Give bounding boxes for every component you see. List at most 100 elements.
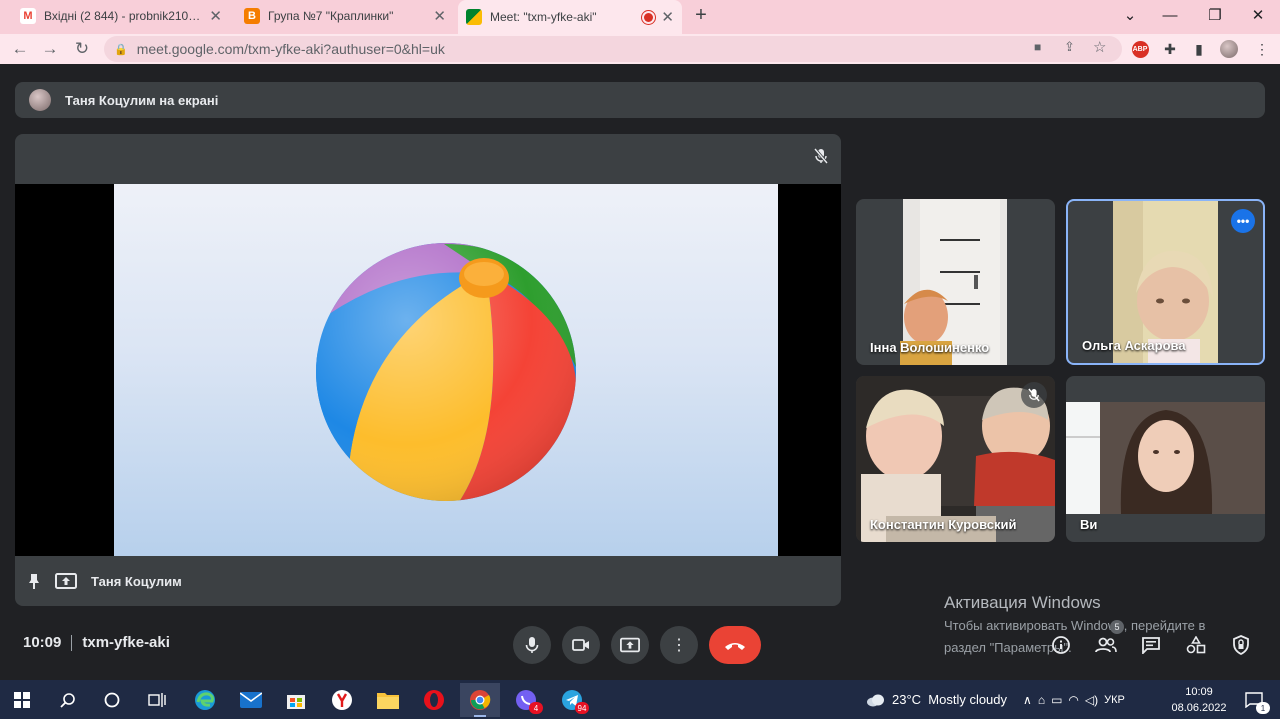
browser-toolbar: ← → ↻ 🔒 meet.google.com/txm-yfke-aki?aut… <box>0 34 1280 64</box>
participant-tile[interactable]: Константин Куровский <box>856 376 1055 542</box>
camera-in-use-icon[interactable]: ■ <box>1034 40 1041 54</box>
more-options-icon[interactable]: ••• <box>1231 209 1255 233</box>
system-clock[interactable]: 10:09 08.06.2022 <box>1170 684 1228 716</box>
url-text: meet.google.com/txm-yfke-aki?authuser=0&… <box>136 41 445 57</box>
unread-badge: 94 <box>575 702 589 714</box>
people-icon[interactable] <box>1091 630 1121 660</box>
minimize-button[interactable]: — <box>1148 0 1192 30</box>
clock-time: 10:09 <box>1185 686 1213 698</box>
close-tab-icon[interactable]: ✕ <box>433 7 446 25</box>
tab-search-chevron-icon[interactable]: ⌄ <box>1108 0 1152 30</box>
unread-badge: 4 <box>529 702 543 714</box>
cortana-icon[interactable] <box>92 683 132 717</box>
participant-name: Ви <box>1080 517 1098 532</box>
profile-avatar[interactable] <box>1219 39 1239 59</box>
tab-title: Meet: "txm-yfke-aki" <box>490 10 597 24</box>
extensions-puzzle-icon[interactable]: ✚ <box>1160 39 1180 59</box>
participant-tile[interactable]: Інна Волошиненко <box>856 199 1055 365</box>
pin-icon[interactable] <box>27 573 41 589</box>
bookmark-star-icon[interactable]: ☆ <box>1093 38 1106 56</box>
restore-button[interactable]: ❐ <box>1193 0 1237 30</box>
shared-screen <box>15 184 841 556</box>
presenting-banner: Таня Коцулим на екрані <box>15 82 1265 118</box>
windows-start-icon[interactable] <box>2 683 42 717</box>
tab-title: Вхідні (2 844) - probnik21092018 <box>44 9 202 23</box>
address-bar[interactable]: 🔒 meet.google.com/txm-yfke-aki?authuser=… <box>104 36 1122 62</box>
side-panel-icon[interactable]: ▮ <box>1189 39 1209 59</box>
tab-blogger[interactable]: B Група №7 "Краплинки" ✕ <box>236 2 454 30</box>
opera-icon[interactable] <box>414 683 454 717</box>
participant-tile-self[interactable]: Ви <box>1066 376 1265 542</box>
close-window-button[interactable]: ✕ <box>1236 0 1280 30</box>
adblock-icon[interactable]: ABP <box>1130 39 1150 59</box>
more-options-button[interactable]: ⋮ <box>660 626 698 664</box>
stage-footer: Таня Коцулим <box>15 556 841 606</box>
beach-ball-illustration <box>316 243 576 501</box>
mic-off-icon <box>811 146 831 166</box>
activities-icon[interactable] <box>1181 630 1211 660</box>
participant-name: Інна Волошиненко <box>870 340 990 355</box>
lock-icon: 🔒 <box>114 43 128 56</box>
file-explorer-icon[interactable] <box>368 683 408 717</box>
close-tab-icon[interactable]: ✕ <box>209 7 222 25</box>
presenter-avatar <box>29 89 51 111</box>
meet-icon <box>466 9 482 25</box>
back-arrow-icon[interactable]: ← <box>8 37 32 61</box>
meet-app: Таня Коцулим на екрані Таня Коцулим Інна… <box>0 64 1280 680</box>
chat-icon[interactable] <box>1136 630 1166 660</box>
reload-icon[interactable]: ↻ <box>70 37 94 61</box>
watermark-title: Активация Windows <box>944 593 1101 612</box>
participant-name: Константин Куровский <box>870 517 1017 532</box>
share-icon[interactable]: ⇪ <box>1064 39 1075 55</box>
usb-icon[interactable]: ⌂ <box>1038 693 1045 707</box>
search-icon[interactable] <box>48 683 88 717</box>
microphone-button[interactable] <box>513 626 551 664</box>
slide-image <box>114 184 778 556</box>
edge-icon[interactable] <box>185 683 225 717</box>
tab-gmail[interactable]: M Вхідні (2 844) - probnik21092018 ✕ <box>12 2 230 30</box>
present-now-button[interactable] <box>611 626 649 664</box>
telegram-icon[interactable]: 94 <box>552 683 592 717</box>
viber-icon[interactable]: 4 <box>506 683 546 717</box>
presenting-text: Таня Коцулим на екрані <box>65 92 219 108</box>
battery-icon[interactable]: ▭ <box>1051 693 1062 707</box>
present-screen-icon[interactable] <box>55 573 77 589</box>
forward-arrow-icon[interactable]: → <box>38 37 62 61</box>
weather-text[interactable]: 23°C Mostly cloudy <box>892 692 1007 707</box>
microsoft-store-icon[interactable] <box>276 683 316 717</box>
camera-button[interactable] <box>562 626 600 664</box>
show-hidden-icons-chevron-icon[interactable]: ∧ <box>1023 693 1032 707</box>
close-tab-icon[interactable]: ✕ <box>661 8 674 26</box>
meeting-time: 10:09 <box>23 634 62 651</box>
clock-date: 08.06.2022 <box>1171 702 1227 714</box>
leave-call-button[interactable] <box>709 626 761 664</box>
mic-off-icon <box>1021 382 1047 408</box>
meeting-code: txm-yfke-aki <box>82 634 170 651</box>
system-tray: 23°C Mostly cloudy ∧ ⌂ ▭ ◠ ◁) УКР <box>866 680 1125 719</box>
divider <box>71 634 73 651</box>
chrome-icon[interactable] <box>460 683 500 717</box>
notifications-icon[interactable]: 1 <box>1234 683 1274 717</box>
host-controls-icon[interactable] <box>1226 630 1256 660</box>
tab-meet[interactable]: Meet: "txm-yfke-aki" ✕ <box>458 0 682 34</box>
presentation-stage[interactable]: Таня Коцулим <box>15 134 841 606</box>
volume-icon[interactable]: ◁) <box>1085 693 1098 707</box>
participant-tile-active[interactable]: ••• Ольга Аскарова <box>1066 199 1265 365</box>
windows-taskbar: 4 94 23°C Mostly cloudy ∧ ⌂ ▭ ◠ ◁) УКР 1… <box>0 680 1280 719</box>
network-icon[interactable]: ◠ <box>1068 693 1078 707</box>
meeting-details[interactable]: 10:09 txm-yfke-aki <box>23 634 170 651</box>
new-tab-button[interactable]: + <box>690 4 712 26</box>
mail-icon[interactable] <box>231 683 271 717</box>
weather-cloud-icon[interactable] <box>866 693 886 707</box>
presenter-name: Таня Коцулим <box>91 573 182 589</box>
meeting-info-icon[interactable] <box>1046 630 1076 660</box>
language-indicator[interactable]: УКР <box>1104 694 1125 706</box>
recording-icon <box>644 12 654 22</box>
notification-count-badge: 1 <box>1256 702 1270 714</box>
gmail-icon: M <box>20 8 36 24</box>
menu-kebab-icon[interactable]: ⋮ <box>1252 39 1272 59</box>
people-count-badge: 5 <box>1110 620 1124 634</box>
participant-name: Ольга Аскарова <box>1082 338 1186 353</box>
task-view-icon[interactable] <box>137 683 177 717</box>
yandex-browser-icon[interactable] <box>322 683 362 717</box>
